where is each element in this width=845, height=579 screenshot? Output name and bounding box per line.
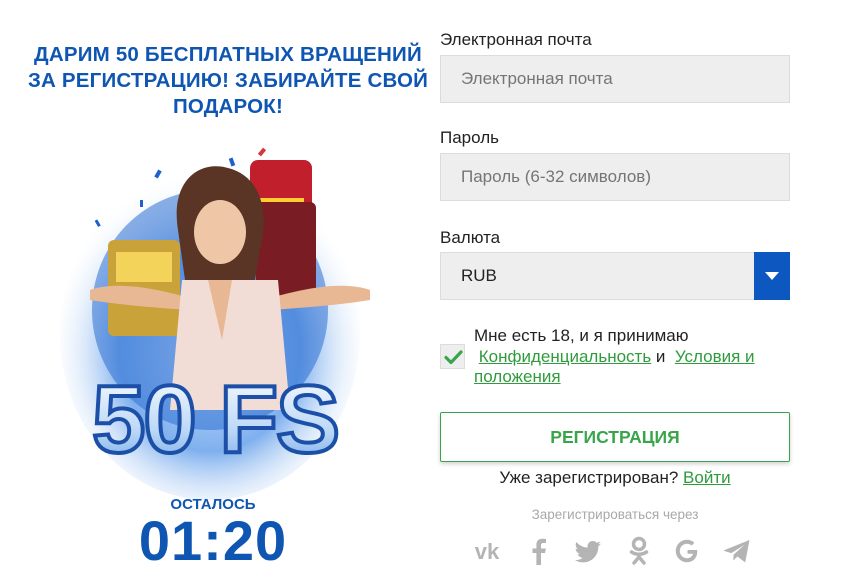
consent-text: Мне есть 18, и я принимаю Конфиденциальн… [474,326,794,388]
facebook-icon[interactable] [522,534,556,568]
promo-title-line: ДАРИМ 50 БЕСПЛАТНЫХ ВРАЩЕНИЙ [34,43,422,66]
consent-checkbox[interactable] [440,344,465,369]
banner-text: 50 FS [92,366,338,473]
register-button[interactable]: РЕГИСТРАЦИЯ [440,412,790,462]
password-label: Пароль [440,128,499,147]
password-field[interactable] [440,153,790,201]
login-link[interactable]: Войти [683,468,731,487]
social-login-title: Зарегистрироваться через [531,507,699,522]
email-field[interactable] [440,55,790,103]
consent-and: и [655,346,666,366]
promo-panel: ДАРИМ 50 БЕСПЛАТНЫХ ВРАЩЕНИЙ ЗА РЕГИСТРА… [0,0,430,579]
telegram-icon[interactable] [720,534,754,568]
registration-form: Электронная почта Пароль Валюта RUB Мне … [440,0,790,579]
promo-title: ДАРИМ 50 БЕСПЛАТНЫХ ВРАЩЕНИЙ ЗА РЕГИСТРА… [20,42,436,120]
social-login-row: vk [470,534,770,568]
login-prompt: Уже зарегистрирован? Войти [440,468,790,488]
consent-statement: Мне есть 18, и я принимаю [474,326,689,345]
twitter-icon[interactable] [570,534,604,568]
vk-icon[interactable]: vk [470,534,504,568]
svg-text:vk: vk [475,539,500,564]
currency-select[interactable]: RUB [440,252,790,300]
email-label: Электронная почта [440,30,592,49]
privacy-link[interactable]: Конфиденциальность [479,347,651,366]
currency-value: RUB [461,266,497,285]
checkmark-icon [444,350,463,365]
chevron-down-icon[interactable] [754,252,790,300]
promo-banner-image: 50 FS [60,140,400,500]
promo-title-line: ПОДАРОК! [172,95,284,118]
currency-label: Валюта [440,228,501,247]
google-icon[interactable] [670,534,704,568]
promo-title-line: ЗА РЕГИСТРАЦИЮ! ЗАБИРАЙТЕ СВОЙ [27,69,429,92]
odnoklassniki-icon[interactable] [622,534,656,568]
already-registered-text: Уже зарегистрирован? [499,468,679,487]
countdown-timer: 01:20 [138,509,288,572]
